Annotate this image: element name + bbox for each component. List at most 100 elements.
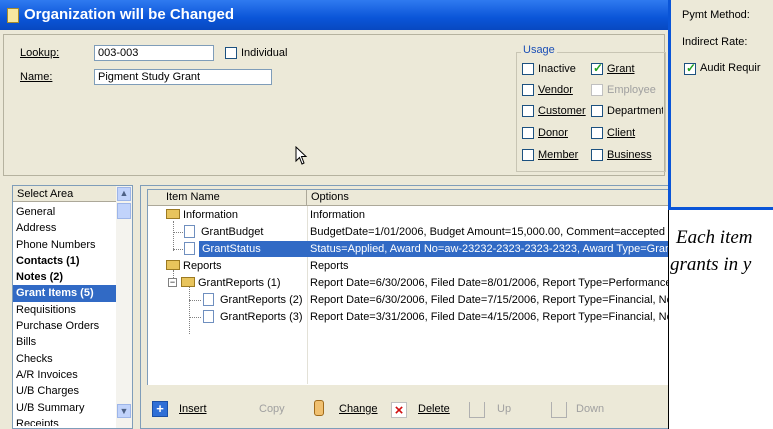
grant-label: Grant <box>607 63 635 75</box>
document-icon <box>184 242 195 255</box>
copy-button: Copy <box>259 403 285 415</box>
grid-row-grantbudget-options[interactable]: BudgetDate=1/01/2006, Budget Amount=15,0… <box>310 224 668 240</box>
document-icon <box>203 310 214 323</box>
name-label: Name: <box>20 71 53 83</box>
indirect-rate-label: Indirect Rate: <box>682 36 748 48</box>
vendor-checkbox[interactable] <box>522 84 534 96</box>
select-area-scrollbar[interactable] <box>116 186 132 428</box>
member-checkbox[interactable] <box>522 149 534 161</box>
area-item-contacts[interactable]: Contacts (1) <box>13 253 116 269</box>
inactive-checkbox[interactable] <box>522 63 534 75</box>
grid-row-grantreports2-name[interactable]: GrantReports (2) <box>220 292 303 308</box>
audit-required-label: Audit Requir <box>700 62 761 74</box>
grid-row-grantstatus-name[interactable]: GrantStatus <box>199 241 307 257</box>
select-area-header: Select Area <box>13 186 116 202</box>
usage-title: Usage <box>521 44 557 56</box>
area-item-ar-invoices[interactable]: A/R Invoices <box>13 367 116 383</box>
down-button: Down <box>576 403 605 415</box>
area-item-checks[interactable]: Checks <box>13 351 116 367</box>
grid-row-reports-options[interactable]: Reports <box>310 258 668 274</box>
area-item-ub-summary[interactable]: U/B Summary <box>13 400 116 416</box>
window-title: Organization will be Changed <box>24 6 235 23</box>
customer-label: Customer <box>538 105 586 117</box>
audit-required-checkbox[interactable] <box>684 61 696 75</box>
folder-icon <box>181 277 195 287</box>
grid-row-reports-name[interactable]: Reports <box>183 258 222 274</box>
individual-label: Individual <box>241 47 288 59</box>
up-button: Up <box>497 403 512 415</box>
area-item-notes[interactable]: Notes (2) <box>13 269 116 285</box>
col-header-item-name[interactable]: Item Name <box>148 190 307 206</box>
scroll-thumb[interactable] <box>117 203 131 219</box>
name-input[interactable]: Pigment Study Grant <box>94 69 272 85</box>
client-label: Client <box>607 127 636 139</box>
col-header-options[interactable]: Options <box>307 190 668 206</box>
grid-row-grantreports3-options[interactable]: Report Date=3/31/2006, Filed Date=4/15/2… <box>310 309 668 325</box>
document-icon <box>203 293 214 306</box>
grid-row-grantreports1-options[interactable]: Report Date=6/30/2006, Filed Date=8/01/2… <box>310 275 668 291</box>
area-item-purchase-orders[interactable]: Purchase Orders <box>13 318 116 334</box>
area-item-receipts[interactable]: Receipts <box>13 416 116 426</box>
inactive-label: Inactive <box>538 63 576 75</box>
document-icon <box>184 225 195 238</box>
mouse-cursor-icon <box>295 146 308 165</box>
lookup-label: Lookup: <box>20 47 60 59</box>
grid-row-grantreports3-name[interactable]: GrantReports (3) <box>220 309 303 325</box>
caption-line-1: Each item <box>676 227 753 248</box>
vendor-label: Vendor <box>538 84 573 96</box>
area-item-address[interactable]: Address <box>13 220 116 236</box>
folder-icon <box>166 209 180 219</box>
select-area-items: General Address Phone Numbers Contacts (… <box>13 204 116 426</box>
department-label: Department <box>607 105 663 117</box>
scroll-down-icon[interactable]: ▼ <box>117 404 131 418</box>
grid-row-information-name[interactable]: Information <box>183 207 238 223</box>
down-arrow-icon <box>551 402 567 418</box>
area-item-phone-numbers[interactable]: Phone Numbers <box>13 237 116 253</box>
tree-line <box>173 249 183 250</box>
document-icon <box>7 8 19 23</box>
lookup-input[interactable]: 003-003 <box>94 45 214 61</box>
insert-button[interactable]: Insert <box>179 403 207 415</box>
collapse-toggle-icon[interactable]: − <box>168 278 177 287</box>
grid-row-grantreports1-name[interactable]: GrantReports (1) <box>198 275 281 291</box>
area-item-grant-items[interactable]: Grant Items (5) <box>13 285 116 302</box>
change-button[interactable]: Change <box>339 403 378 415</box>
area-item-requisitions[interactable]: Requisitions <box>13 302 116 318</box>
caption-line-2: grants in y <box>670 254 752 275</box>
department-checkbox[interactable] <box>591 105 603 117</box>
delete-icon[interactable]: × <box>391 402 407 419</box>
member-label: Member <box>538 149 579 161</box>
client-checkbox[interactable] <box>591 127 603 139</box>
area-item-bills[interactable]: Bills <box>13 334 116 350</box>
grid-row-grantbudget-name[interactable]: GrantBudget <box>201 224 263 240</box>
donor-checkbox[interactable] <box>522 127 534 139</box>
individual-checkbox[interactable] <box>225 47 237 59</box>
employee-label: Employee <box>607 84 656 96</box>
tree-line <box>189 300 201 301</box>
area-item-ub-charges[interactable]: U/B Charges <box>13 383 116 399</box>
employee-checkbox <box>591 84 603 96</box>
scroll-up-icon[interactable]: ▲ <box>117 187 131 201</box>
customer-checkbox[interactable] <box>522 105 534 117</box>
donor-label: Donor <box>538 127 568 139</box>
tree-line <box>173 232 183 233</box>
business-checkbox[interactable] <box>591 149 603 161</box>
folder-icon <box>166 260 180 270</box>
area-item-general[interactable]: General <box>13 204 116 220</box>
title-bar: Organization will be Changed <box>0 0 668 30</box>
grant-details-panel <box>668 0 773 210</box>
grid-row-grantstatus-options[interactable]: Status=Applied, Award No=aw-23232-2323-2… <box>307 241 668 257</box>
grant-checkbox[interactable] <box>591 61 603 75</box>
delete-button[interactable]: Delete <box>418 403 450 415</box>
tree-line <box>173 221 174 251</box>
column-divider <box>307 206 308 384</box>
grid-row-grantreports2-options[interactable]: Report Date=6/30/2006, Filed Date=7/15/2… <box>310 292 668 308</box>
business-label: Business <box>607 149 652 161</box>
pymt-method-label: Pymt Method: <box>682 9 750 21</box>
insert-icon[interactable]: + <box>152 401 168 417</box>
tree-line <box>189 317 201 318</box>
change-icon[interactable] <box>314 400 324 416</box>
up-arrow-icon <box>469 402 485 418</box>
grid-row-information-options[interactable]: Information <box>310 207 668 223</box>
tree-line <box>189 287 190 334</box>
